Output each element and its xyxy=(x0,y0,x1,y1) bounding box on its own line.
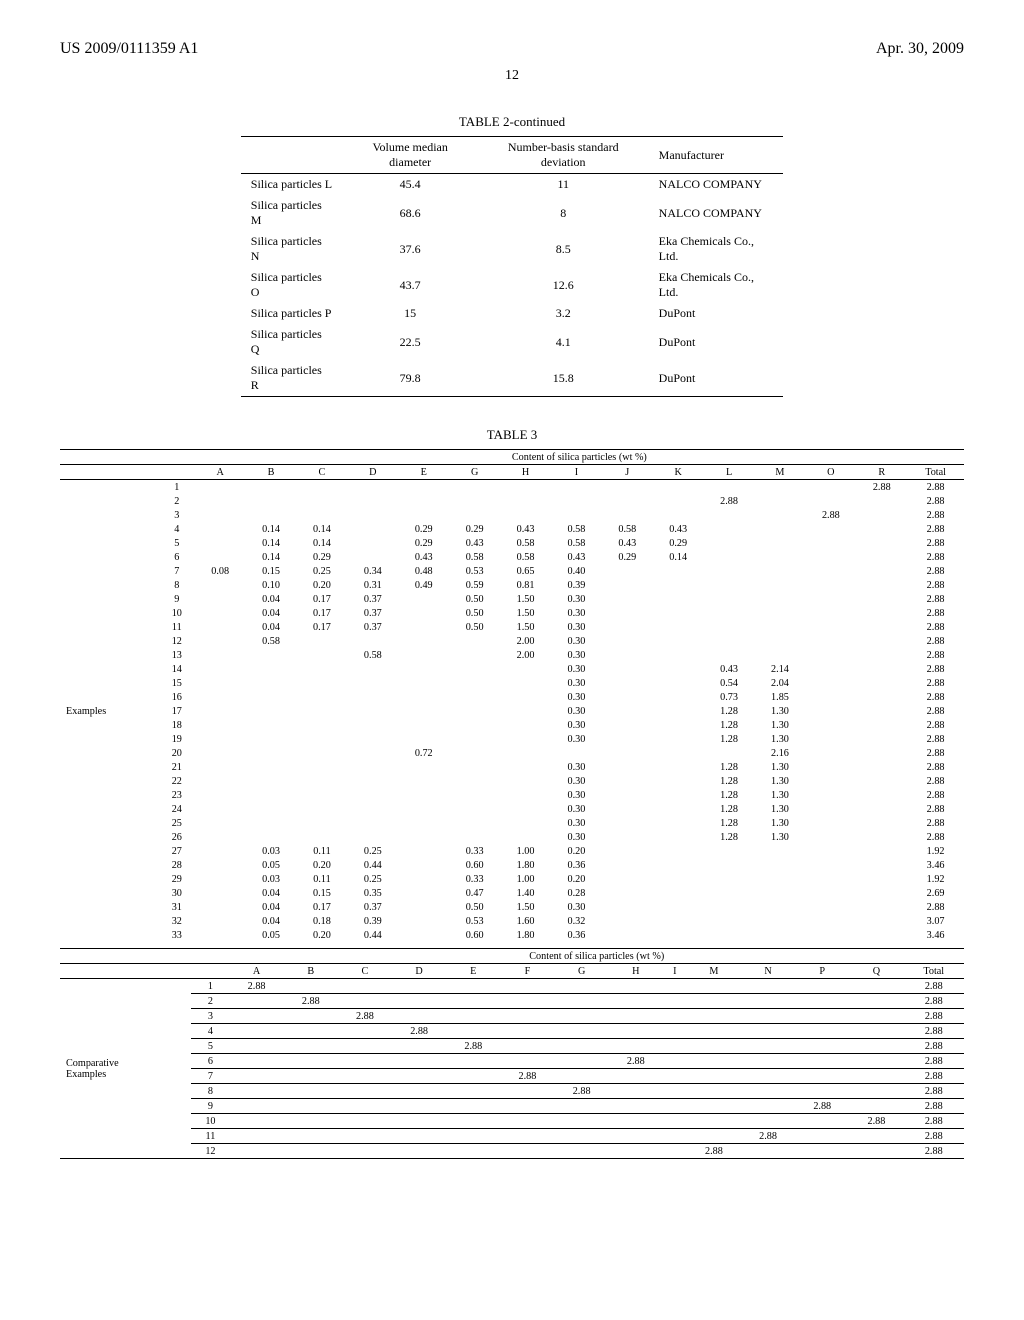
table-row: Silica particles N37.68.5Eka Chemicals C… xyxy=(241,231,783,267)
table-row: 22.882.88 xyxy=(60,494,964,508)
table-row: 80.100.200.310.490.590.810.392.88 xyxy=(60,578,964,592)
publication-date: Apr. 30, 2009 xyxy=(876,40,964,58)
table-row: 100.040.170.370.501.500.302.88 xyxy=(60,606,964,620)
table-row: Silica particles M68.68NALCO COMPANY xyxy=(241,195,783,231)
table-row: 82.882.88 xyxy=(60,1084,964,1099)
table-row: 260.301.281.302.88 xyxy=(60,830,964,844)
table-row: 200.722.162.88 xyxy=(60,746,964,760)
table-row: 32.882.88 xyxy=(60,1009,964,1024)
table3-upper: Content of silica particles (wt %) ABCDE… xyxy=(60,449,964,942)
table-row: 22.882.88 xyxy=(60,994,964,1009)
table-row: Silica particles P153.2DuPont xyxy=(241,303,783,324)
table-row: Silica particles L45.411NALCO COMPANY xyxy=(241,174,783,196)
table-row: ComparativeExamples12.882.88 xyxy=(60,979,964,994)
table-row: 240.301.281.302.88 xyxy=(60,802,964,816)
t3l-group: Content of silica particles (wt %) xyxy=(230,949,965,964)
table-row: 130.582.000.302.88 xyxy=(60,648,964,662)
table-row: 52.882.88 xyxy=(60,1039,964,1054)
table-row: 330.050.200.440.601.800.363.46 xyxy=(60,928,964,942)
table-row: 50.140.140.290.430.580.580.430.292.88 xyxy=(60,536,964,550)
table-row: 122.882.88 xyxy=(60,1144,964,1159)
table-row: Silica particles Q22.54.1DuPont xyxy=(241,324,783,360)
t2-col-manufacturer: Manufacturer xyxy=(649,137,784,174)
table-row: 320.040.180.390.531.600.323.07 xyxy=(60,914,964,928)
table-row: 150.300.542.042.88 xyxy=(60,676,964,690)
table-row: 120.582.000.302.88 xyxy=(60,634,964,648)
table-row: 90.040.170.370.501.500.302.88 xyxy=(60,592,964,606)
page-header: US 2009/0111359 A1 Apr. 30, 2009 xyxy=(60,40,964,58)
table-row: 310.040.170.370.501.500.302.88 xyxy=(60,900,964,914)
table2-caption: TABLE 2-continued xyxy=(60,114,964,130)
table-row: 42.882.88 xyxy=(60,1024,964,1039)
table-row: 32.882.88 xyxy=(60,508,964,522)
table-row: 290.030.110.250.331.000.201.92 xyxy=(60,872,964,886)
table-row: 210.301.281.302.88 xyxy=(60,760,964,774)
table-row: 70.080.150.250.340.480.530.650.402.88 xyxy=(60,564,964,578)
table-row: 72.882.88 xyxy=(60,1069,964,1084)
table-row: 230.301.281.302.88 xyxy=(60,788,964,802)
table2: Volume median diameter Number-basis stan… xyxy=(241,136,783,397)
t2-col-diameter: Volume median diameter xyxy=(343,137,478,174)
table-row: Examples12.882.88 xyxy=(60,480,964,495)
table-row: 270.030.110.250.331.000.201.92 xyxy=(60,844,964,858)
table-row: 280.050.200.440.601.800.363.46 xyxy=(60,858,964,872)
t2-col-stddev: Number-basis standard deviation xyxy=(478,137,649,174)
t3u-group: Content of silica particles (wt %) xyxy=(195,450,964,465)
table-row: 190.301.281.302.88 xyxy=(60,732,964,746)
table-row: 40.140.140.290.290.430.580.580.432.88 xyxy=(60,522,964,536)
table-row: 300.040.150.350.471.400.282.69 xyxy=(60,886,964,900)
table-row: 140.300.432.142.88 xyxy=(60,662,964,676)
table3-caption: TABLE 3 xyxy=(60,427,964,443)
table-row: 112.882.88 xyxy=(60,1129,964,1144)
table-row: 92.882.88 xyxy=(60,1099,964,1114)
table-row: 62.882.88 xyxy=(60,1054,964,1069)
table-row: 102.882.88 xyxy=(60,1114,964,1129)
table-row: 220.301.281.302.88 xyxy=(60,774,964,788)
table-row: Silica particles O43.712.6Eka Chemicals … xyxy=(241,267,783,303)
table3-lower: Content of silica particles (wt %) ABCDE… xyxy=(60,948,964,1159)
table-row: 160.300.731.852.88 xyxy=(60,690,964,704)
table-row: 170.301.281.302.88 xyxy=(60,704,964,718)
table-row: Silica particles R79.815.8DuPont xyxy=(241,360,783,397)
table-row: 180.301.281.302.88 xyxy=(60,718,964,732)
page-number: 12 xyxy=(60,68,964,84)
table-row: 110.040.170.370.501.500.302.88 xyxy=(60,620,964,634)
publication-number: US 2009/0111359 A1 xyxy=(60,40,198,58)
table-row: 60.140.290.430.580.580.430.290.142.88 xyxy=(60,550,964,564)
table-row: 250.301.281.302.88 xyxy=(60,816,964,830)
